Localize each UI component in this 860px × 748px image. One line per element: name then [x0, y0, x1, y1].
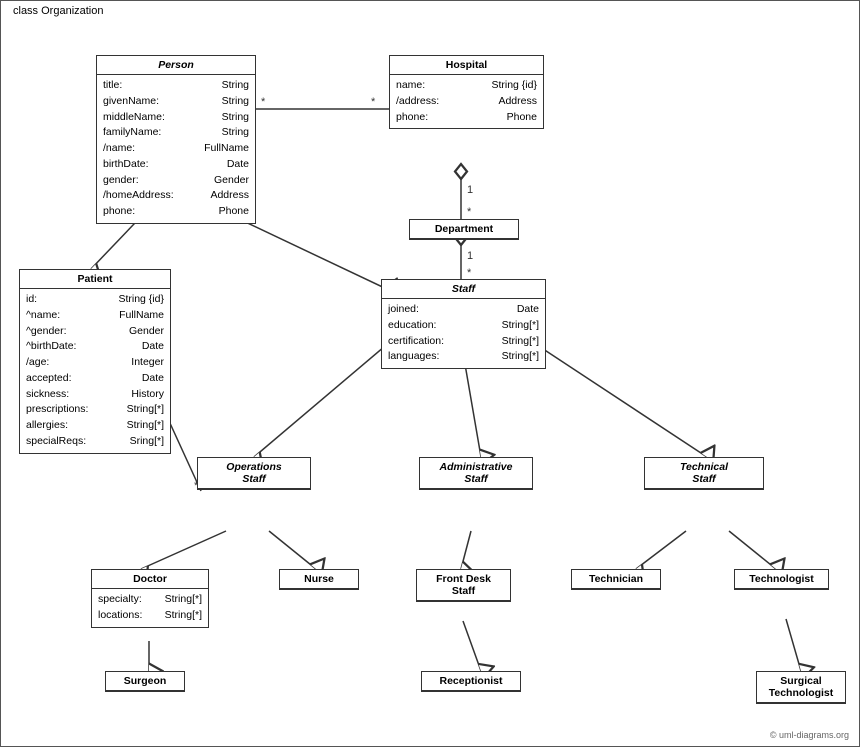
svg-text:*: *	[261, 96, 266, 108]
surgical-technologist-class: SurgicalTechnologist	[756, 671, 846, 704]
hospital-title: Hospital	[390, 56, 543, 75]
person-class: Person title:String givenName:String mid…	[96, 55, 256, 224]
patient-title: Patient	[20, 270, 170, 289]
doctor-attrs: specialty:String[*] locations:String[*]	[92, 589, 208, 627]
technical-staff-title: TechnicalStaff	[645, 458, 763, 489]
technologist-class: Technologist	[734, 569, 829, 590]
administrative-staff-class: AdministrativeStaff	[419, 457, 533, 490]
operations-staff-title: OperationsStaff	[198, 458, 310, 489]
surgical-technologist-title: SurgicalTechnologist	[757, 672, 845, 703]
front-desk-staff-class: Front DeskStaff	[416, 569, 511, 602]
patient-attrs: id:String {id} ^name:FullName ^gender:Ge…	[20, 289, 170, 453]
department-title: Department	[410, 220, 518, 239]
front-desk-staff-title: Front DeskStaff	[417, 570, 510, 601]
technician-title: Technician	[572, 570, 660, 589]
person-title: Person	[97, 56, 255, 75]
svg-text:*: *	[371, 96, 376, 108]
receptionist-class: Receptionist	[421, 671, 521, 692]
nurse-title: Nurse	[280, 570, 358, 589]
doctor-class: Doctor specialty:String[*] locations:Str…	[91, 569, 209, 628]
administrative-staff-title: AdministrativeStaff	[420, 458, 532, 489]
operations-staff-class: OperationsStaff	[197, 457, 311, 490]
svg-text:1: 1	[467, 250, 473, 262]
diagram-title: class Organization	[9, 5, 108, 17]
person-attrs: title:String givenName:String middleName…	[97, 75, 255, 223]
staff-title: Staff	[382, 280, 545, 299]
staff-attrs: joined:Date education:String[*] certific…	[382, 299, 545, 368]
receptionist-title: Receptionist	[422, 672, 520, 691]
department-class: Department	[409, 219, 519, 240]
nurse-class: Nurse	[279, 569, 359, 590]
svg-text:*: *	[467, 206, 472, 218]
surgeon-title: Surgeon	[106, 672, 184, 691]
hospital-attrs: name:String {id} /address:Address phone:…	[390, 75, 543, 128]
svg-text:1: 1	[467, 184, 473, 196]
surgeon-class: Surgeon	[105, 671, 185, 692]
staff-class: Staff joined:Date education:String[*] ce…	[381, 279, 546, 369]
copyright: © uml-diagrams.org	[770, 730, 849, 740]
hospital-class: Hospital name:String {id} /address:Addre…	[389, 55, 544, 129]
technical-staff-class: TechnicalStaff	[644, 457, 764, 490]
diagram-container: class Organization	[0, 0, 860, 747]
technician-class: Technician	[571, 569, 661, 590]
patient-class: Patient id:String {id} ^name:FullName ^g…	[19, 269, 171, 454]
technologist-title: Technologist	[735, 570, 828, 589]
doctor-title: Doctor	[92, 570, 208, 589]
svg-text:*: *	[467, 267, 472, 279]
